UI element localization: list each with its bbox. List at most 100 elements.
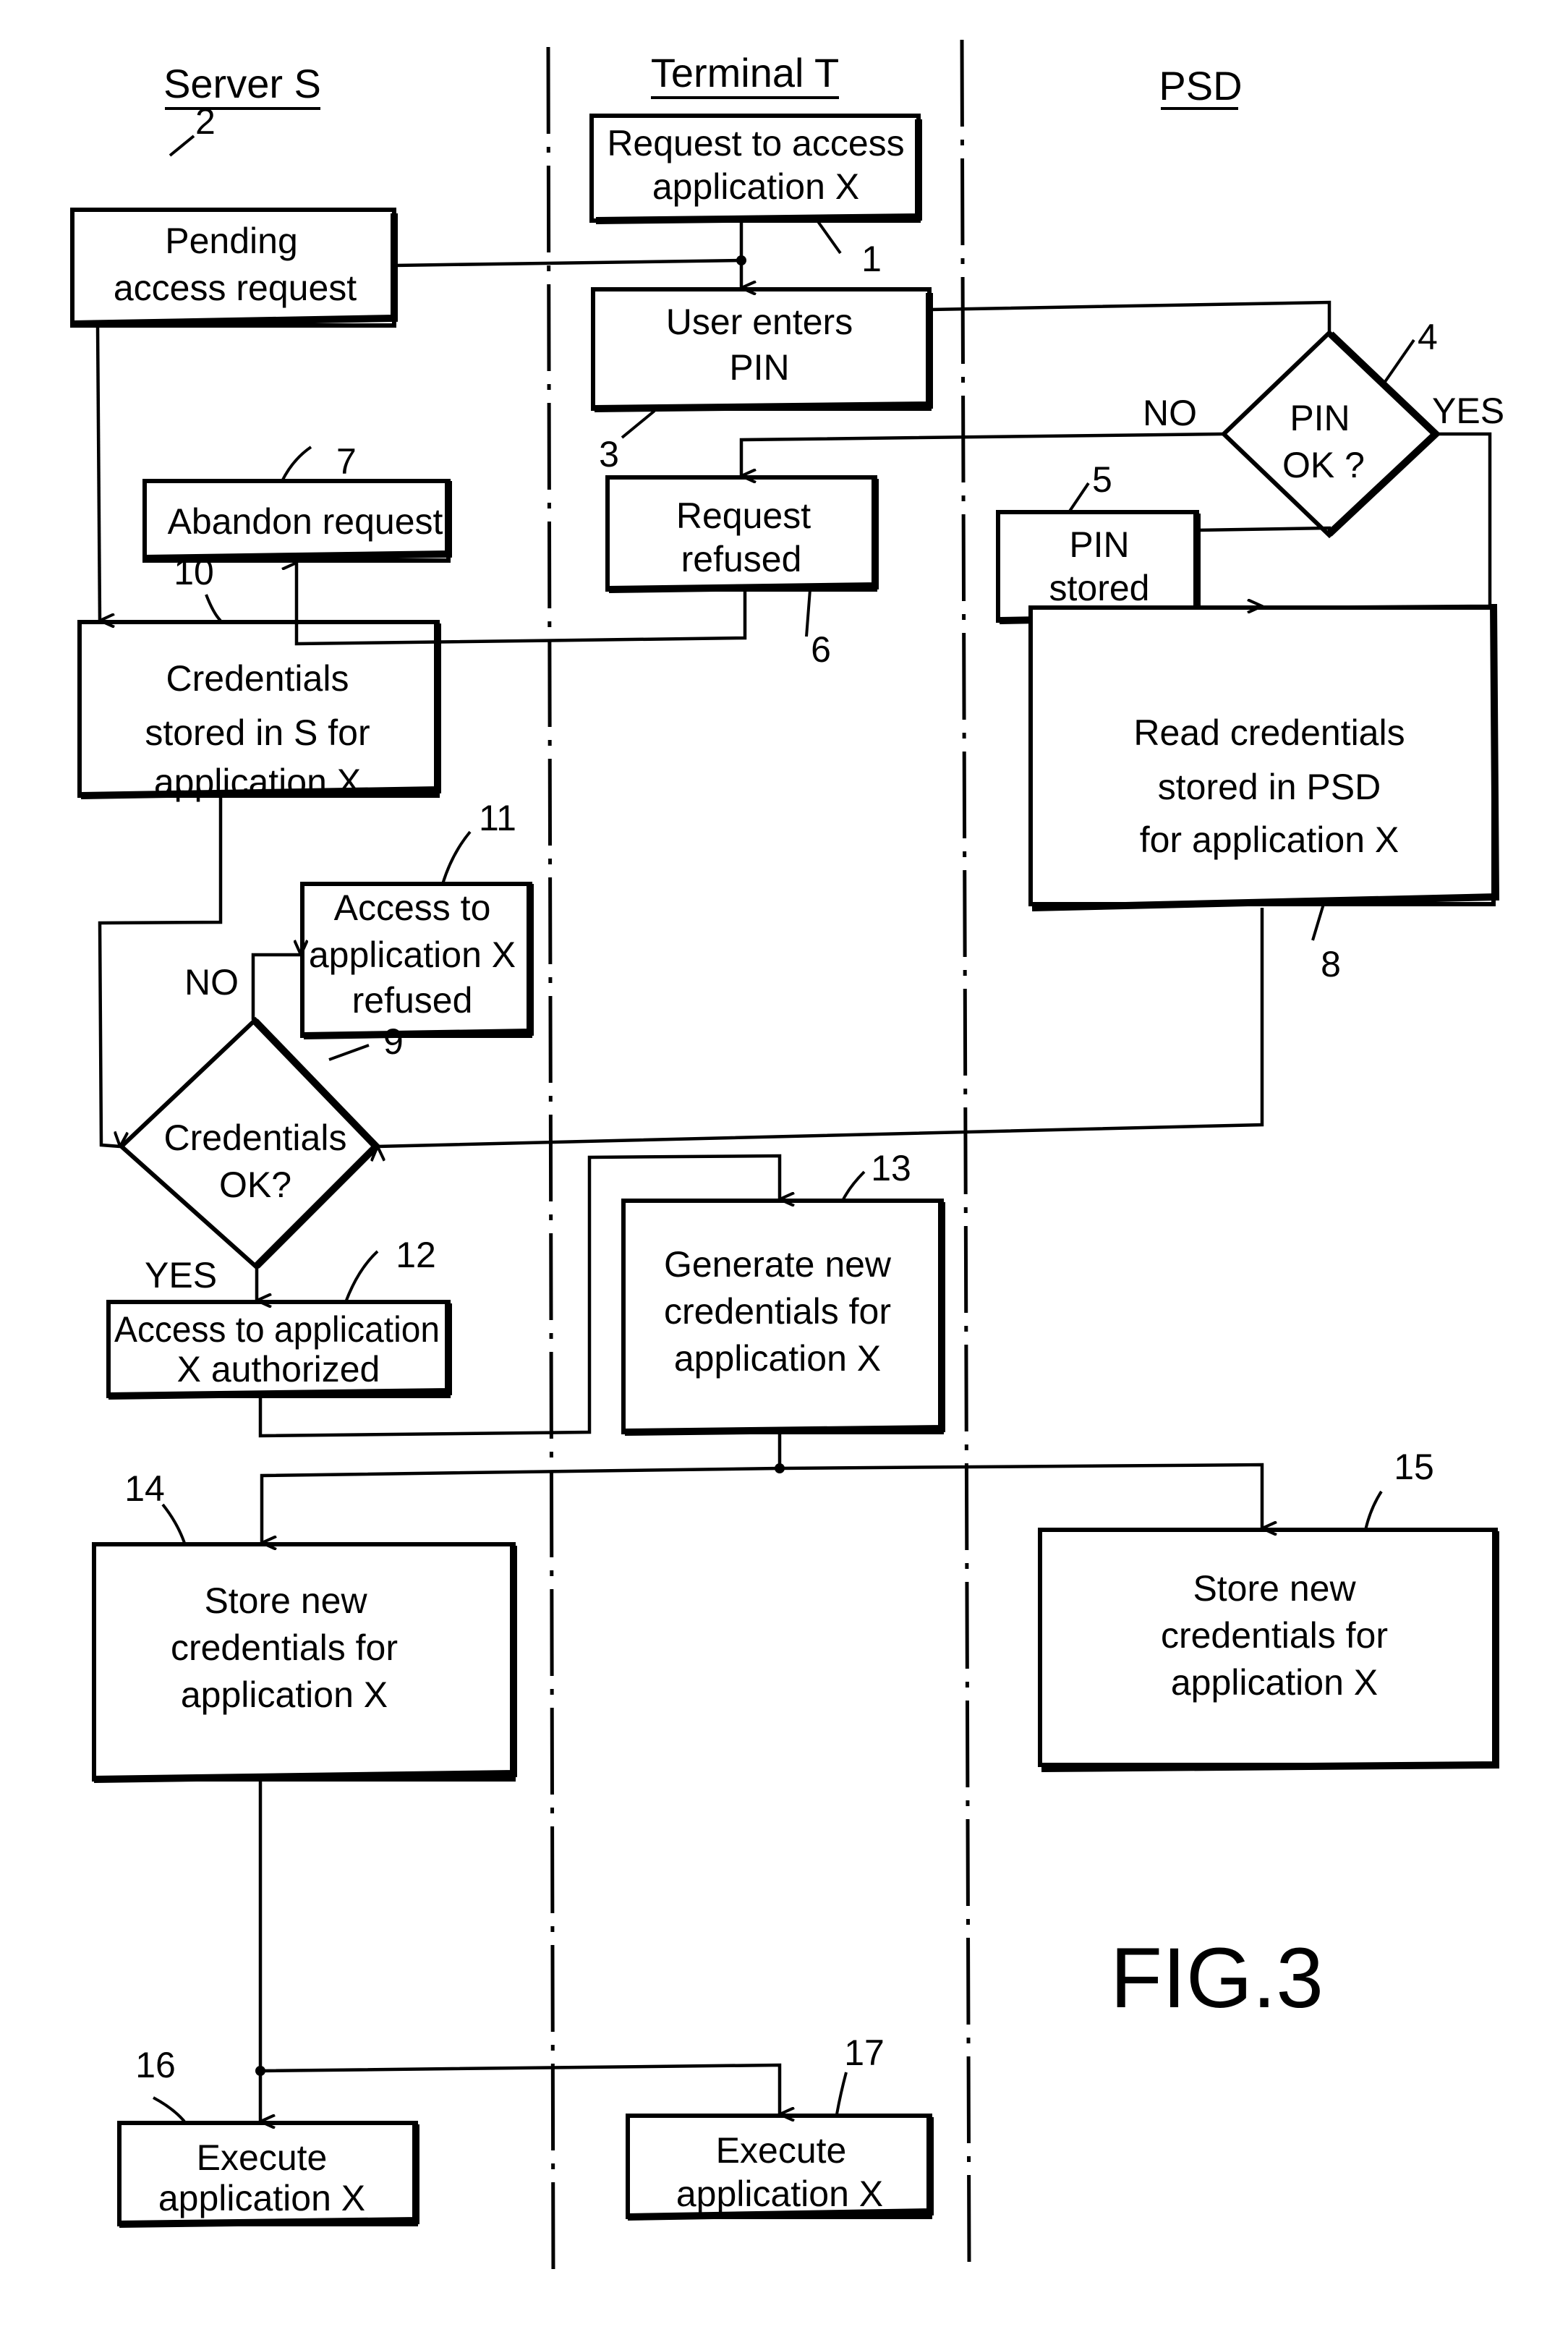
svg-text:12: 12	[396, 1235, 436, 1275]
ref-label-8: 8	[1311, 903, 1341, 984]
ref-label-17: 17	[835, 2033, 885, 2115]
svg-text:Store new: Store new	[204, 1580, 367, 1621]
step-12-access-authorized: Access to application X authorized	[106, 1300, 452, 1400]
svg-text:stored in PSD: stored in PSD	[1158, 767, 1381, 807]
connector-13-to-15	[779, 1463, 1262, 1528]
flowchart-figure: Server S Terminal T PSD Request to acces…	[0, 0, 1568, 2341]
connector-4-no-to-6	[739, 432, 1224, 476]
svg-text:10: 10	[174, 552, 214, 592]
svg-text:5: 5	[1092, 459, 1112, 500]
svg-text:8: 8	[1321, 944, 1341, 984]
svg-text:7: 7	[336, 441, 357, 482]
svg-text:Execute: Execute	[716, 2130, 847, 2171]
svg-text:refused: refused	[352, 980, 473, 1021]
svg-text:1: 1	[861, 239, 882, 279]
svg-text:2: 2	[195, 101, 216, 142]
step-8-read-credentials-psd: Read credentials stored in PSD for appli…	[1028, 603, 1500, 911]
svg-text:refused: refused	[681, 539, 802, 579]
svg-text:application X: application X	[674, 1338, 881, 1379]
svg-text:Credentials: Credentials	[164, 1118, 347, 1158]
ref-label-11: 11	[441, 798, 516, 885]
svg-text:6: 6	[811, 629, 831, 670]
ref-label-6: 6	[805, 589, 831, 670]
connector-13-to-14	[260, 1466, 780, 1543]
svg-text:X authorized: X authorized	[177, 1349, 380, 1389]
svg-text:application X: application X	[1171, 1662, 1378, 1703]
svg-text:13: 13	[871, 1148, 911, 1188]
connector-2-to-10	[95, 325, 100, 621]
svg-text:Access to: Access to	[334, 888, 491, 928]
svg-text:Abandon request: Abandon request	[168, 501, 443, 542]
branch-label-cred-yes: YES	[145, 1255, 217, 1295]
svg-text:Generate new: Generate new	[664, 1244, 892, 1285]
svg-text:application X: application X	[676, 2174, 883, 2214]
svg-text:11: 11	[479, 798, 516, 838]
step-11-access-refused: Access to application X refused	[300, 882, 534, 1039]
ref-label-4: 4	[1380, 317, 1438, 388]
lane-title-psd: PSD	[1159, 63, 1243, 110]
svg-text:14: 14	[124, 1468, 165, 1509]
svg-text:Credentials: Credentials	[166, 658, 349, 699]
svg-text:16: 16	[135, 2045, 176, 2085]
lane-title-server: Server S	[163, 61, 321, 110]
ref-label-14: 14	[124, 1468, 186, 1544]
svg-text:Request to access: Request to access	[607, 123, 904, 163]
lane-divider-server-terminal	[546, 46, 555, 2279]
decision-4-pin-ok: PIN OK ?	[1220, 329, 1441, 539]
svg-text:application X: application X	[181, 1674, 388, 1715]
ref-label-15: 15	[1364, 1447, 1434, 1531]
svg-text:15: 15	[1394, 1447, 1434, 1487]
lane-divider-terminal-psd	[960, 39, 971, 2265]
ref-label-10: 10	[174, 552, 222, 622]
svg-text:credentials for: credentials for	[664, 1291, 891, 1332]
step-16-execute-server: Execute application X	[117, 2121, 419, 2228]
branch-label-cred-no: NO	[184, 962, 239, 1003]
step-14-store-new-credentials-server: Store new credentials for application X	[92, 1542, 517, 1783]
step-10-credentials-stored-in-s: Credentials stored in S for application …	[77, 620, 441, 802]
connector-3-to-4	[929, 300, 1331, 333]
svg-text:application X: application X	[652, 166, 859, 207]
svg-text:PSD: PSD	[1159, 63, 1242, 108]
ref-label-7: 7	[281, 441, 357, 482]
svg-text:PIN: PIN	[729, 347, 789, 388]
step-1-request-access: Request to access application X	[589, 114, 922, 224]
svg-text:credentials for: credentials for	[171, 1627, 398, 1668]
branch-label-pin-yes: YES	[1432, 391, 1504, 431]
branch-label-pin-no: NO	[1143, 393, 1197, 433]
connector-14-to-17	[260, 2063, 780, 2114]
connector-9-no-to-11	[251, 955, 301, 1020]
svg-text:17: 17	[844, 2033, 885, 2073]
svg-text:OK?: OK?	[219, 1165, 291, 1205]
step-5-pin-stored: PIN stored	[996, 510, 1201, 624]
lane-title-terminal: Terminal T	[651, 50, 839, 99]
svg-text:stored: stored	[1049, 568, 1150, 608]
svg-text:Server S: Server S	[163, 61, 321, 106]
svg-text:Read credentials: Read credentials	[1133, 712, 1405, 753]
svg-text:Access to application: Access to application	[114, 1309, 440, 1350]
svg-text:User enters: User enters	[666, 302, 853, 342]
step-2-pending-access-request: Pending access request	[70, 208, 398, 328]
svg-text:PIN: PIN	[1290, 398, 1350, 438]
step-15-store-new-credentials-psd: Store new credentials for application X	[1038, 1528, 1499, 1772]
step-3-user-enters-pin: User enters PIN	[591, 287, 933, 412]
svg-text:application X: application X	[154, 762, 361, 802]
svg-text:Terminal T: Terminal T	[651, 50, 839, 95]
ref-label-16: 16	[135, 2045, 186, 2123]
connector-2-to-3	[393, 258, 742, 268]
svg-text:stored in S for: stored in S for	[145, 712, 370, 753]
ref-label-1: 1	[816, 219, 882, 279]
svg-text:3: 3	[599, 434, 619, 474]
step-13-generate-new-credentials: Generate new credentials for application…	[621, 1199, 945, 1436]
svg-text:Store new: Store new	[1193, 1568, 1356, 1609]
connector-5-to-4	[1196, 526, 1331, 535]
figure-label: FIG.3	[1110, 1931, 1324, 2026]
svg-text:Pending: Pending	[165, 221, 298, 261]
svg-text:Request: Request	[676, 495, 811, 536]
svg-text:application X: application X	[309, 935, 516, 975]
step-6-request-refused: Request refused	[605, 475, 879, 593]
svg-text:application X: application X	[158, 2178, 365, 2218]
ref-label-13: 13	[841, 1148, 911, 1201]
svg-text:PIN: PIN	[1069, 524, 1129, 565]
svg-text:4: 4	[1418, 317, 1438, 357]
step-7-abandon-request: Abandon request	[142, 479, 452, 563]
